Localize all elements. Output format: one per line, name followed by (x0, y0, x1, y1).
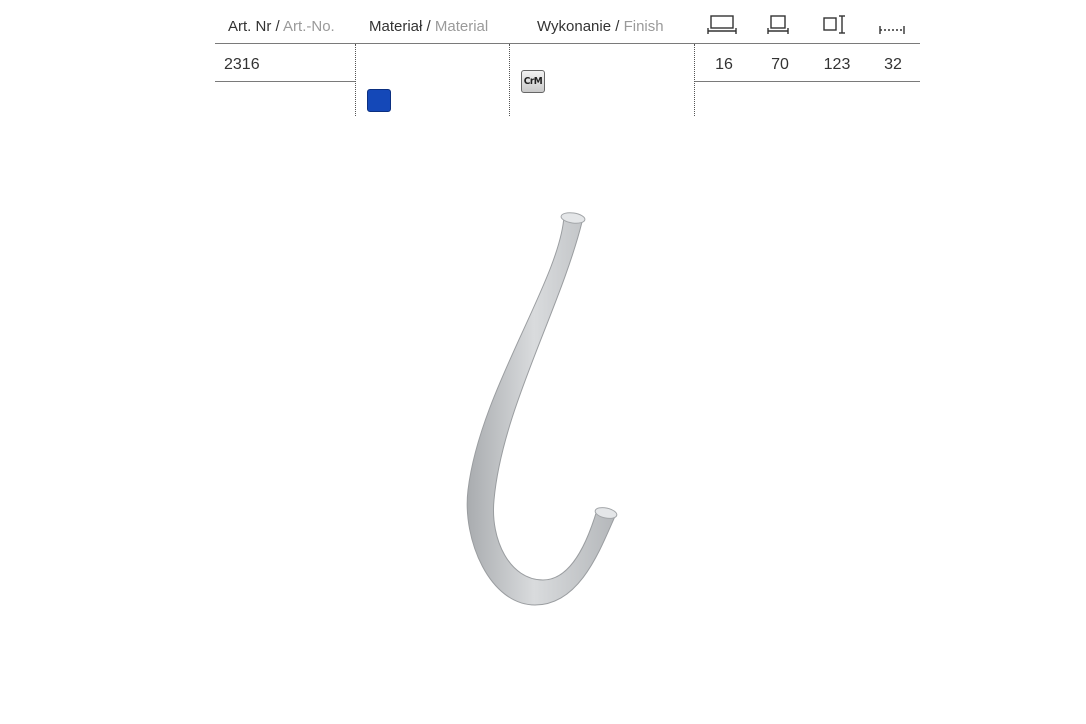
hole-spacing-icon (879, 26, 905, 34)
header-material: Materiał / Material (369, 18, 488, 35)
product-hook-image (466, 212, 618, 606)
dimension-depth: 70 (771, 56, 789, 73)
hook-body (466, 215, 617, 606)
column-separator (355, 44, 356, 116)
finish-badge: CrM (521, 70, 545, 93)
header-separator: / (271, 18, 284, 35)
header-article-primary: Art. Nr (228, 18, 272, 35)
height-icon (823, 15, 845, 34)
header-separator: / (422, 18, 435, 35)
article-number: 2316 (224, 56, 260, 73)
header-material-secondary: Material (434, 18, 489, 35)
header-finish: Wykonanie / Finish (537, 18, 664, 35)
dimension-width: 16 (715, 56, 733, 73)
header-finish-secondary: Finish (623, 18, 664, 35)
dimension-hole-spacing: 32 (884, 56, 902, 73)
header-article: Art. Nr / Art.-No. (228, 18, 335, 35)
column-separator (694, 44, 695, 116)
header-finish-primary: Wykonanie (537, 18, 612, 35)
depth-icon (767, 15, 789, 34)
column-separator (509, 44, 510, 116)
article-row-rule (215, 81, 355, 82)
dimension-row-rule (694, 81, 920, 82)
header-rule (215, 43, 920, 44)
header-separator: / (611, 18, 624, 35)
material-swatch (367, 89, 391, 112)
dimension-height: 123 (823, 56, 851, 73)
header-material-primary: Materiał (369, 18, 423, 35)
spec-table: Art. Nr / Art.-No. Materiał / Material W… (215, 0, 920, 118)
width-icon (707, 15, 737, 34)
header-article-secondary: Art.-No. (283, 18, 335, 35)
